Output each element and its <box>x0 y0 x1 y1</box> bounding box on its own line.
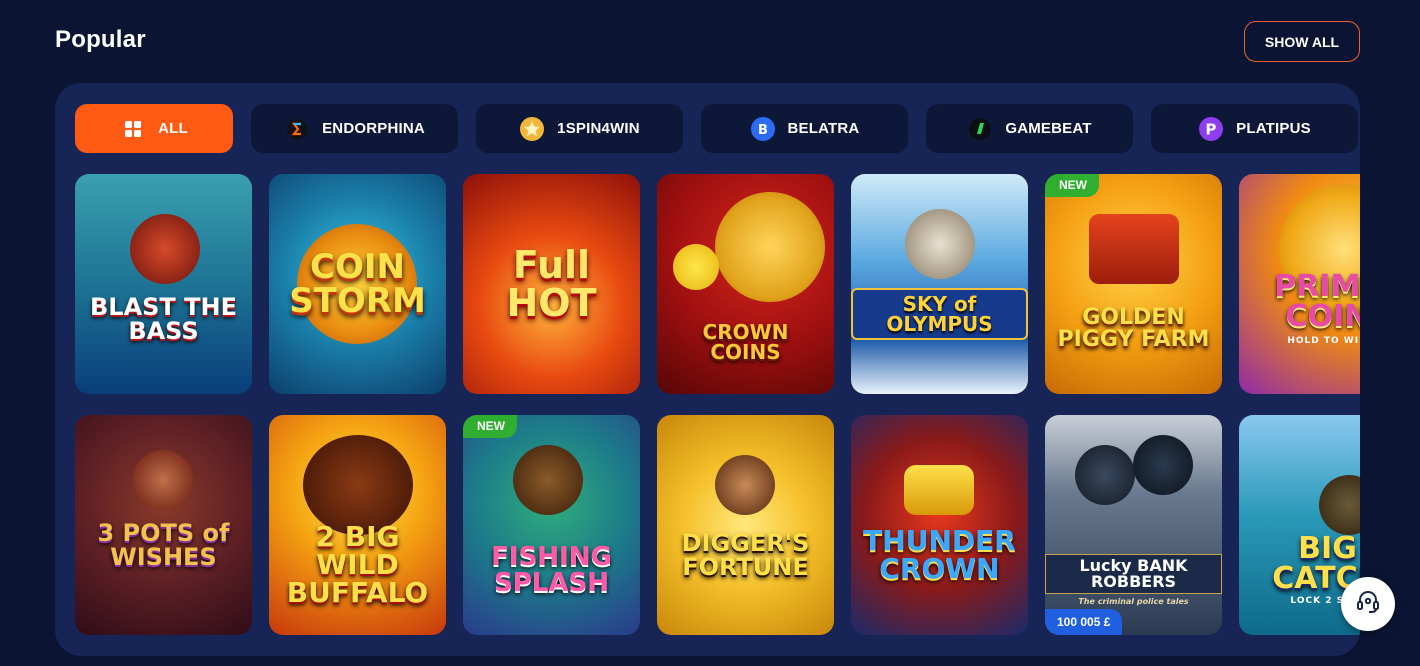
game-title: CROWN COINS <box>702 319 789 364</box>
game-card-crown-coins[interactable]: CROWN COINS <box>657 174 834 394</box>
game-card-golden-piggy-farm[interactable]: NEW GOLDEN PIGGY FARM <box>1045 174 1222 394</box>
tab-belatra[interactable]: B BELATRA <box>701 104 908 153</box>
tab-endorphina[interactable]: ENDORPHINA <box>251 104 458 153</box>
tab-platipus[interactable]: P PLATIPUS <box>1151 104 1358 153</box>
game-title: GOLDEN PIGGY FARM <box>1057 305 1210 352</box>
game-card-coin-storm[interactable]: COIN STORM <box>269 174 446 394</box>
game-title: 3 POTS of WISHES <box>97 519 230 571</box>
tab-label: ALL <box>158 120 188 137</box>
grid-icon <box>120 116 146 142</box>
tab-label: 1SPIN4WIN <box>557 120 640 137</box>
game-title: THUNDER CROWN <box>863 524 1016 585</box>
game-title: COIN STORM <box>289 247 426 321</box>
star-coin-icon <box>519 116 545 142</box>
game-card-blast-the-bass[interactable]: BLAST THE BASS <box>75 174 252 394</box>
game-title: FISHING SPLASH <box>491 542 612 598</box>
game-card-thunder-crown[interactable]: THUNDER CROWN <box>851 415 1028 635</box>
game-card-big-wild-buffalo[interactable]: 2 BIG WILD BUFFALO <box>269 415 446 635</box>
new-badge: NEW <box>463 415 517 438</box>
game-title: SKY of OLYMPUS <box>851 288 1028 340</box>
game-title: Lucky BANK ROBBERS <box>1045 554 1222 594</box>
game-subtitle: HOLD TO WIN <box>1287 336 1360 346</box>
tab-label: ENDORPHINA <box>322 120 425 137</box>
svg-text:B: B <box>757 123 767 138</box>
endorphina-logo-icon <box>284 116 310 142</box>
provider-tabs: ALL ENDORPHINA 1SPIN4WIN B BELATRA GAMEB… <box>75 104 1358 153</box>
game-card-full-hot[interactable]: Full HOT <box>463 174 640 394</box>
game-card-lucky-bank-robbers[interactable]: Lucky BANK ROBBERS The criminal police t… <box>1045 415 1222 635</box>
games-panel: ALL ENDORPHINA 1SPIN4WIN B BELATRA GAMEB… <box>55 83 1360 656</box>
game-card-diggers-fortune[interactable]: DIGGER'S FORTUNE <box>657 415 834 635</box>
game-title: DIGGER'S FORTUNE <box>681 529 810 581</box>
game-title: 2 BIG WILD BUFFALO <box>286 520 429 609</box>
jackpot-badge: 100 005 £ <box>1045 609 1123 635</box>
belatra-logo-icon: B <box>750 116 776 142</box>
headset-icon <box>1354 588 1382 621</box>
gamebeat-logo-icon <box>967 116 993 142</box>
tab-label: BELATRA <box>787 120 860 137</box>
game-subtitle: The criminal police tales <box>1078 597 1189 606</box>
game-title: BIG CATCH <box>1272 531 1360 596</box>
game-title: PRIME COIN <box>1274 269 1360 334</box>
tab-1spin4win[interactable]: 1SPIN4WIN <box>476 104 683 153</box>
game-card-prime-coin[interactable]: PRIME COIN HOLD TO WIN <box>1239 174 1360 394</box>
tab-label: PLATIPUS <box>1236 120 1311 137</box>
game-title: BLAST THE BASS <box>89 293 238 345</box>
tab-gamebeat[interactable]: GAMEBEAT <box>926 104 1133 153</box>
game-title: Full HOT <box>506 243 597 325</box>
tab-all[interactable]: ALL <box>75 104 233 153</box>
game-card-sky-of-olympus[interactable]: SKY of OLYMPUS <box>851 174 1028 394</box>
games-grid: BLAST THE BASS COIN STORM Full HOT CROWN… <box>75 174 1360 635</box>
tab-label: GAMEBEAT <box>1005 120 1092 137</box>
platipus-logo-icon: P <box>1198 116 1224 142</box>
show-all-button[interactable]: SHOW ALL <box>1244 21 1360 62</box>
new-badge: NEW <box>1045 174 1099 197</box>
game-card-fishing-splash[interactable]: NEW FISHING SPLASH <box>463 415 640 635</box>
section-title: Popular <box>55 26 146 53</box>
support-chat-button[interactable] <box>1341 577 1395 631</box>
svg-text:P: P <box>1206 120 1217 138</box>
game-card-3-pots-of-wishes[interactable]: 3 POTS of WISHES <box>75 415 252 635</box>
